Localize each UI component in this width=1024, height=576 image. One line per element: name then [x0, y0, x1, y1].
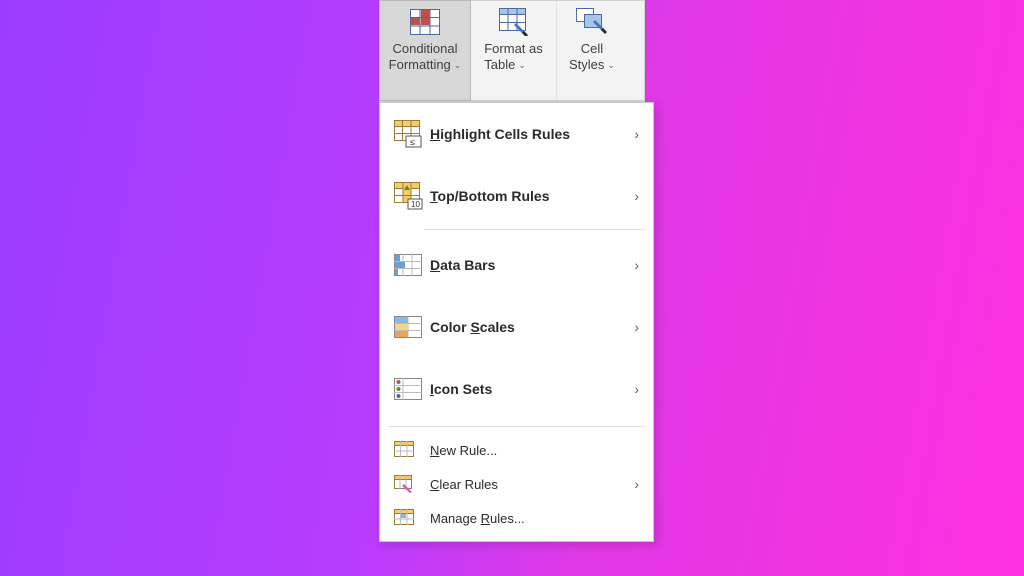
menu-label: Data Bars: [430, 257, 634, 273]
manage-rules-icon: [394, 508, 430, 528]
format-as-table-button[interactable]: Format as Table⌄: [471, 1, 557, 100]
conditional-formatting-icon: [409, 7, 441, 37]
submenu-arrow-icon: ›: [634, 126, 639, 142]
chevron-down-icon: ⌄: [518, 57, 526, 73]
top-bottom-icon: 10: [394, 182, 430, 210]
format-as-table-label: Format as Table⌄: [484, 41, 543, 73]
menu-divider: [424, 229, 645, 230]
ribbon-styles-group: Conditional Formatting⌄: [379, 0, 645, 102]
clear-rules-icon: [394, 474, 430, 494]
menu-divider: [388, 426, 645, 427]
chevron-down-icon: ⌄: [607, 57, 615, 73]
menu-label: Highlight Cells Rules: [430, 126, 634, 142]
submenu-arrow-icon: ›: [634, 188, 639, 204]
menu-clear-rules[interactable]: Clear Rules ›: [380, 467, 653, 501]
menu-label: Color Scales: [430, 319, 634, 335]
menu-color-scales[interactable]: Color Scales ›: [380, 296, 653, 358]
submenu-arrow-icon: ›: [634, 319, 639, 335]
data-bars-icon: [394, 254, 430, 276]
chevron-down-icon: ⌄: [454, 57, 462, 73]
submenu-arrow-icon: ›: [634, 257, 639, 273]
menu-label: Clear Rules: [430, 477, 634, 492]
menu-icon-sets[interactable]: Icon Sets ›: [380, 358, 653, 420]
ribbon-row: Conditional Formatting⌄: [380, 1, 644, 101]
submenu-arrow-icon: ›: [634, 476, 639, 492]
submenu-arrow-icon: ›: [634, 381, 639, 397]
menu-highlight-cells-rules[interactable]: ≤ Highlight Cells Rules ›: [380, 103, 653, 165]
menu-data-bars[interactable]: Data Bars ›: [380, 234, 653, 296]
menu-manage-rules[interactable]: Manage Rules...: [380, 501, 653, 535]
menu-label: Top/Bottom Rules: [430, 188, 634, 204]
svg-text:10: 10: [411, 200, 420, 209]
menu-label: Manage Rules...: [430, 511, 639, 526]
menu-top-bottom-rules[interactable]: 10 Top/Bottom Rules ›: [380, 165, 653, 227]
cell-styles-button[interactable]: Cell Styles⌄: [557, 1, 627, 100]
conditional-formatting-label: Conditional Formatting⌄: [389, 41, 462, 73]
conditional-formatting-button[interactable]: Conditional Formatting⌄: [379, 0, 471, 101]
gradient-background: Conditional Formatting⌄: [0, 0, 1024, 576]
menu-label: New Rule...: [430, 443, 639, 458]
svg-text:≤: ≤: [410, 137, 415, 147]
conditional-formatting-menu: ≤ Highlight Cells Rules › 10 Top/Bottom …: [379, 102, 654, 542]
cell-styles-icon: [576, 7, 608, 37]
icon-sets-icon: [394, 378, 430, 400]
cell-styles-label: Cell Styles⌄: [569, 41, 615, 73]
format-as-table-icon: [498, 7, 530, 37]
highlight-cells-icon: ≤: [394, 120, 430, 148]
new-rule-icon: [394, 440, 430, 460]
menu-new-rule[interactable]: New Rule...: [380, 433, 653, 467]
color-scales-icon: [394, 316, 430, 338]
menu-label: Icon Sets: [430, 381, 634, 397]
